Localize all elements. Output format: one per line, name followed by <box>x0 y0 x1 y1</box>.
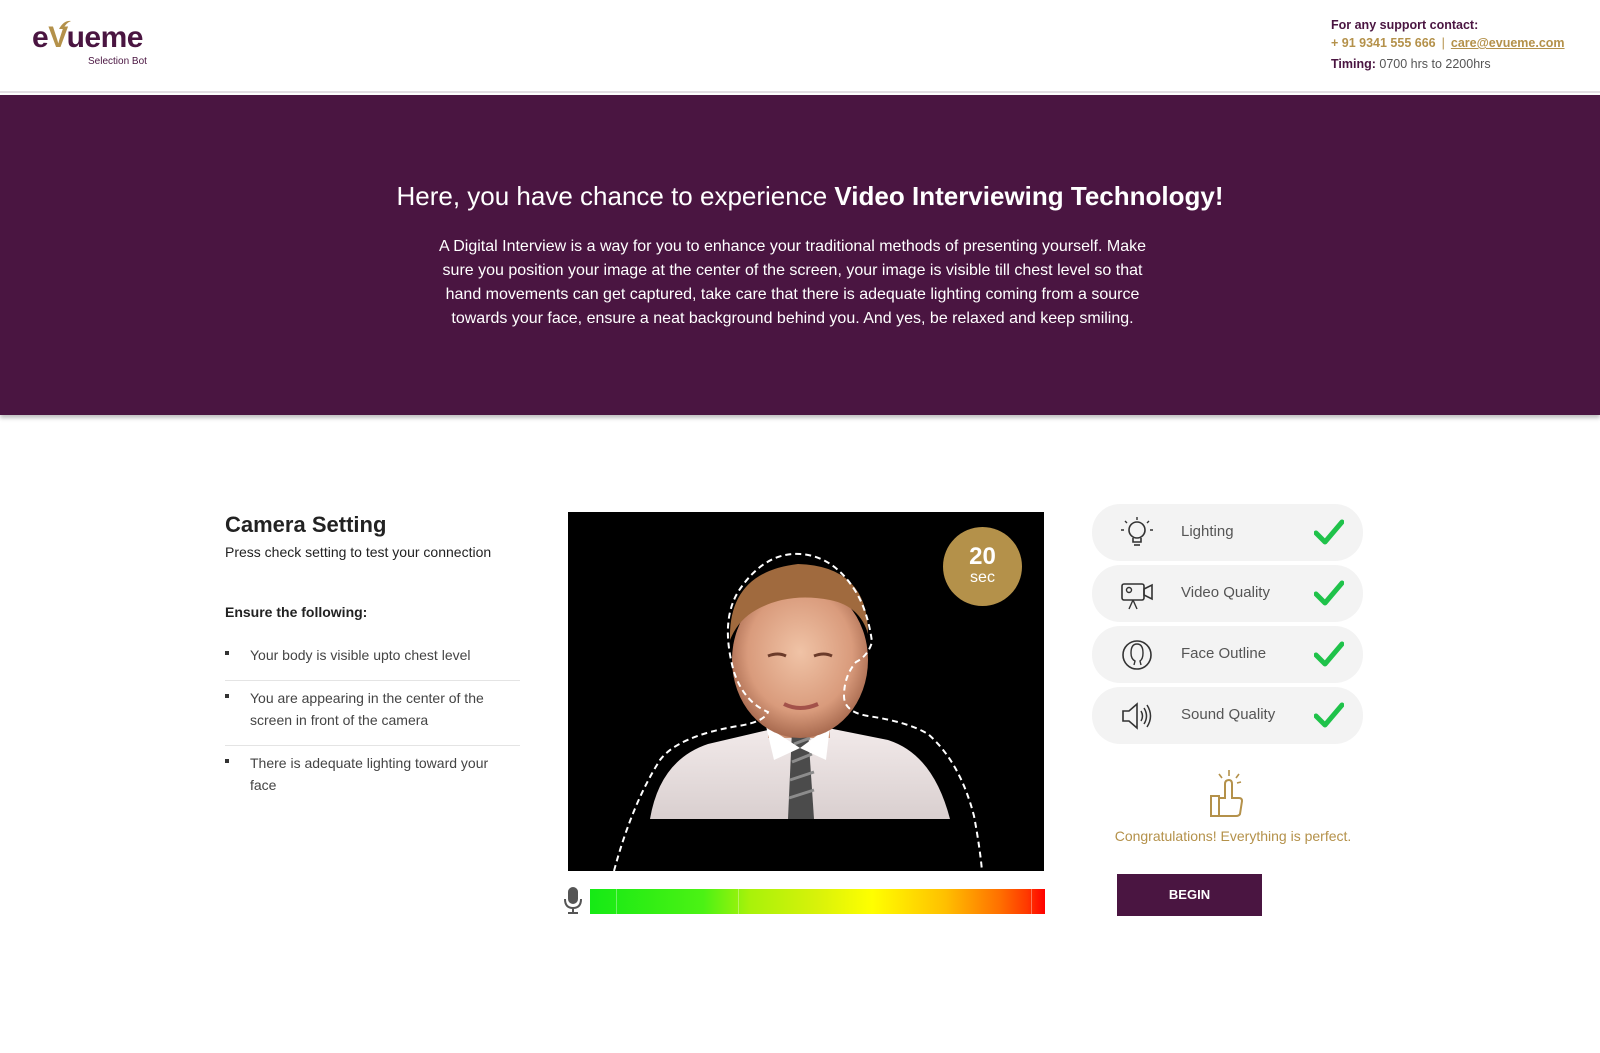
checkmark-icon <box>1314 519 1344 545</box>
support-email-link[interactable]: care@evueme.com <box>1451 36 1565 50</box>
list-item: You are appearing in the center of the s… <box>225 681 520 746</box>
success-message: Congratulations! Everything is perfect. <box>1114 828 1352 844</box>
checkmark-icon <box>1314 641 1344 667</box>
support-info: For any support contact: + 91 9341 555 6… <box>1331 16 1565 73</box>
begin-button[interactable]: BEGIN <box>1117 874 1262 916</box>
support-phone[interactable]: + 91 9341 555 666 <box>1331 36 1436 50</box>
site-header: eVueme Selection Bot For any support con… <box>0 0 1600 93</box>
camera-setting-title: Camera Setting <box>225 512 387 537</box>
checkmark-icon <box>1314 580 1344 606</box>
camera-setting-subtitle: Press check setting to test your connect… <box>225 544 492 560</box>
checkmark-icon <box>1314 702 1344 728</box>
check-face-outline: Face Outline <box>1092 626 1363 683</box>
thumbs-up-icon <box>1210 770 1244 817</box>
list-item: There is adequate lighting toward your f… <box>225 746 520 810</box>
timer-unit: sec <box>970 569 995 586</box>
evueme-logo[interactable]: eVueme Selection Bot <box>32 20 147 67</box>
speaker-icon <box>1122 702 1152 730</box>
check-video-quality: Video Quality <box>1092 565 1363 622</box>
audio-level-fill <box>590 889 1045 914</box>
hero-description: A Digital Interview is a way for you to … <box>438 238 1147 327</box>
check-label: Video Quality <box>1181 584 1270 601</box>
bullet-icon <box>225 759 229 763</box>
bulb-icon <box>1121 517 1153 546</box>
support-label: For any support contact: <box>1331 18 1479 32</box>
list-item: Your body is visible upto chest level <box>225 638 520 681</box>
face-outline-icon <box>1122 640 1152 670</box>
bullet-icon <box>225 694 229 698</box>
video-camera-icon <box>1121 583 1153 610</box>
check-sound-quality: Sound Quality <box>1092 687 1363 744</box>
logo-wordmark: eVueme <box>32 21 143 54</box>
ensure-label: Ensure the following: <box>225 604 368 620</box>
hero-banner: Here, you have chance to experience Vide… <box>0 95 1600 415</box>
timer-value: 20 <box>969 543 996 570</box>
check-lighting: Lighting <box>1092 504 1363 561</box>
bullet-icon <box>225 651 229 655</box>
audio-level-meter <box>590 889 1045 914</box>
check-label: Lighting <box>1181 523 1234 540</box>
support-separator: | <box>1441 36 1445 50</box>
setting-checks: Lighting Video Quality Face Outline Soun… <box>1092 504 1363 748</box>
support-timing: Timing: 0700 hrs to 2200hrs <box>1331 57 1491 71</box>
ensure-list: Your body is visible upto chest level Yo… <box>225 638 520 810</box>
check-label: Face Outline <box>1181 645 1267 662</box>
countdown-timer: 20 sec <box>943 527 1022 606</box>
microphone-icon <box>564 887 582 914</box>
logo-leaf-icon <box>59 20 71 29</box>
hero-title: Here, you have chance to experience Vide… <box>396 181 1224 211</box>
logo-tagline: Selection Bot <box>88 56 147 67</box>
camera-setting-panel: Camera Setting Press check setting to te… <box>225 512 520 810</box>
check-label: Sound Quality <box>1181 706 1276 723</box>
